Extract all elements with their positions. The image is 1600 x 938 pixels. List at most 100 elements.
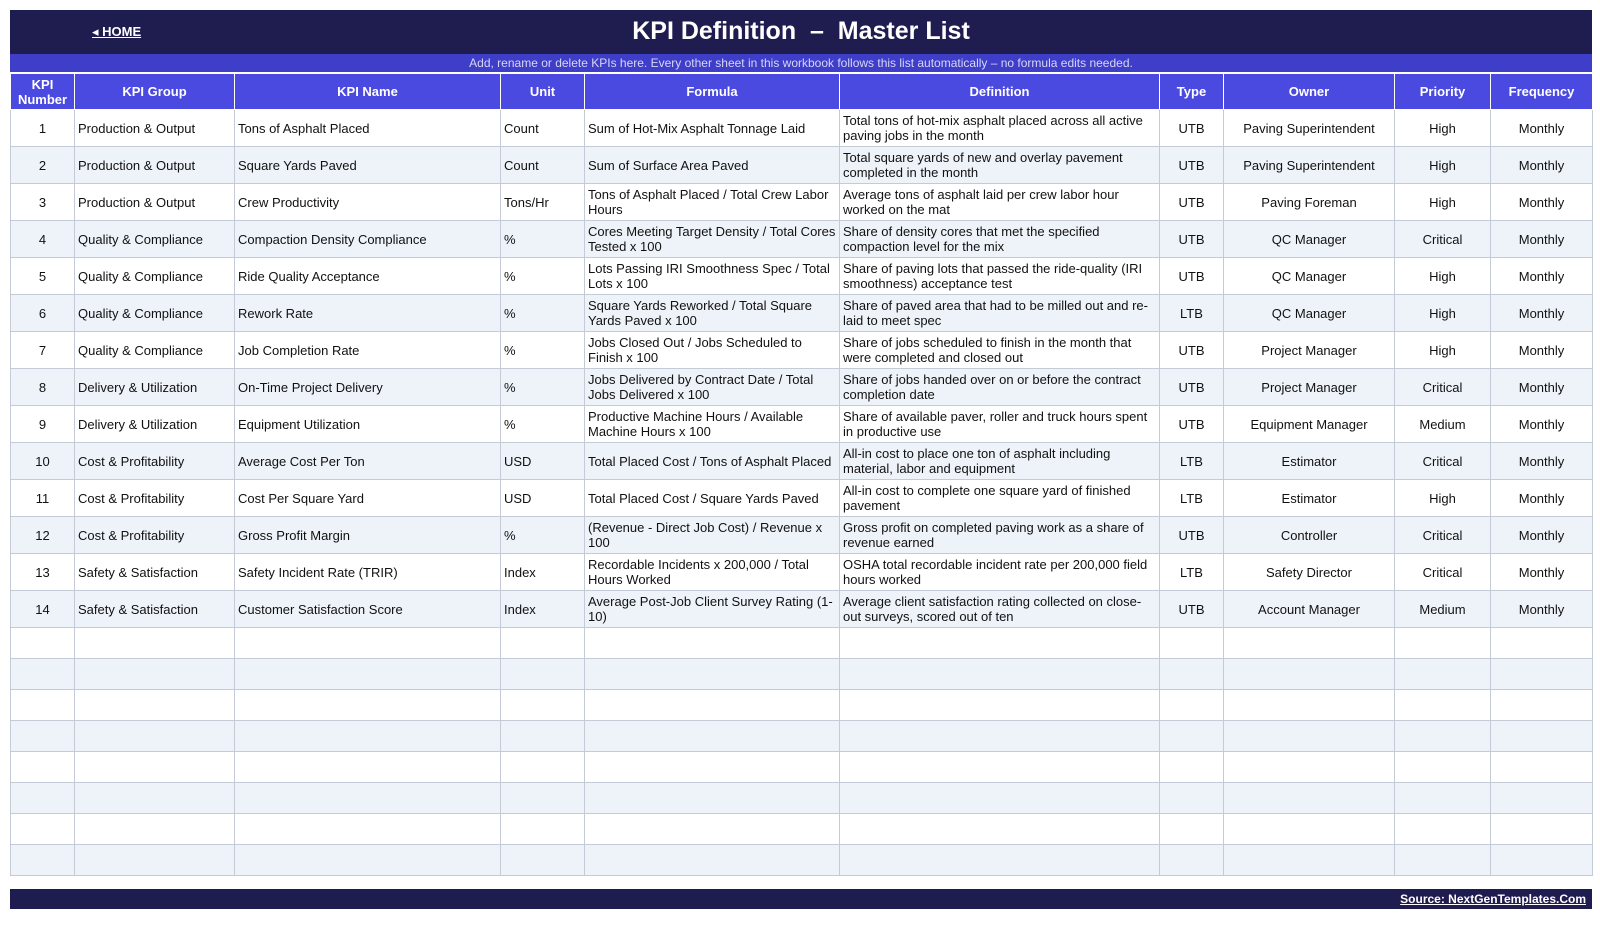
cell-kpi-number[interactable]: 11 <box>10 479 75 517</box>
cell-definition[interactable]: Share of jobs scheduled to finish in the… <box>839 331 1160 369</box>
cell-owner[interactable]: QC Manager <box>1223 294 1395 332</box>
cell-priority[interactable]: Critical <box>1394 516 1491 554</box>
cell-priority[interactable]: Medium <box>1394 405 1491 443</box>
cell-owner[interactable]: Safety Director <box>1223 553 1395 591</box>
empty-cell-kpi-name[interactable] <box>234 813 501 845</box>
cell-formula[interactable]: Total Placed Cost / Tons of Asphalt Plac… <box>584 442 840 480</box>
cell-priority[interactable]: Critical <box>1394 220 1491 258</box>
empty-cell-unit[interactable] <box>500 658 585 690</box>
cell-definition[interactable]: Share of jobs handed over on or before t… <box>839 368 1160 406</box>
cell-owner[interactable]: Project Manager <box>1223 368 1395 406</box>
empty-cell-kpi-name[interactable] <box>234 627 501 659</box>
cell-definition[interactable]: Share of available paver, roller and tru… <box>839 405 1160 443</box>
empty-cell-formula[interactable] <box>584 844 840 876</box>
cell-unit[interactable]: Count <box>500 109 585 147</box>
cell-priority[interactable]: Critical <box>1394 368 1491 406</box>
cell-kpi-name[interactable]: Rework Rate <box>234 294 501 332</box>
cell-unit[interactable]: USD <box>500 479 585 517</box>
empty-cell-definition[interactable] <box>839 627 1160 659</box>
cell-type[interactable]: LTB <box>1159 479 1224 517</box>
empty-cell-kpi-name[interactable] <box>234 658 501 690</box>
cell-formula[interactable]: Lots Passing IRI Smoothness Spec / Total… <box>584 257 840 295</box>
empty-cell-frequency[interactable] <box>1490 658 1593 690</box>
cell-type[interactable]: UTB <box>1159 368 1224 406</box>
empty-cell-owner[interactable] <box>1223 782 1395 814</box>
cell-kpi-name[interactable]: Crew Productivity <box>234 183 501 221</box>
cell-unit[interactable]: % <box>500 405 585 443</box>
cell-kpi-number[interactable]: 13 <box>10 553 75 591</box>
empty-cell-owner[interactable] <box>1223 627 1395 659</box>
cell-kpi-group[interactable]: Quality & Compliance <box>74 257 235 295</box>
cell-formula[interactable]: (Revenue - Direct Job Cost) / Revenue x … <box>584 516 840 554</box>
cell-definition[interactable]: Average client satisfaction rating colle… <box>839 590 1160 628</box>
column-header-unit[interactable]: Unit <box>500 73 585 110</box>
empty-cell-type[interactable] <box>1159 689 1224 721</box>
cell-unit[interactable]: USD <box>500 442 585 480</box>
cell-kpi-number[interactable]: 4 <box>10 220 75 258</box>
cell-unit[interactable]: % <box>500 294 585 332</box>
cell-kpi-name[interactable]: Tons of Asphalt Placed <box>234 109 501 147</box>
cell-owner[interactable]: Paving Foreman <box>1223 183 1395 221</box>
cell-unit[interactable]: % <box>500 368 585 406</box>
cell-owner[interactable]: Account Manager <box>1223 590 1395 628</box>
empty-cell-formula[interactable] <box>584 627 840 659</box>
empty-cell-definition[interactable] <box>839 689 1160 721</box>
column-header-kpi-group[interactable]: KPI Group <box>74 73 235 110</box>
cell-kpi-name[interactable]: Cost Per Square Yard <box>234 479 501 517</box>
empty-cell-kpi-name[interactable] <box>234 689 501 721</box>
cell-definition[interactable]: Total square yards of new and overlay pa… <box>839 146 1160 184</box>
empty-cell-type[interactable] <box>1159 751 1224 783</box>
cell-kpi-name[interactable]: Ride Quality Acceptance <box>234 257 501 295</box>
cell-owner[interactable]: QC Manager <box>1223 257 1395 295</box>
cell-type[interactable]: UTB <box>1159 516 1224 554</box>
cell-priority[interactable]: High <box>1394 331 1491 369</box>
empty-cell-formula[interactable] <box>584 689 840 721</box>
cell-kpi-name[interactable]: Average Cost Per Ton <box>234 442 501 480</box>
cell-kpi-group[interactable]: Delivery & Utilization <box>74 368 235 406</box>
cell-definition[interactable]: Share of density cores that met the spec… <box>839 220 1160 258</box>
cell-unit[interactable]: Count <box>500 146 585 184</box>
cell-type[interactable]: UTB <box>1159 146 1224 184</box>
empty-cell-kpi-name[interactable] <box>234 782 501 814</box>
cell-definition[interactable]: Share of paved area that had to be mille… <box>839 294 1160 332</box>
empty-cell-kpi-group[interactable] <box>74 627 235 659</box>
empty-cell-unit[interactable] <box>500 689 585 721</box>
cell-unit[interactable]: Tons/Hr <box>500 183 585 221</box>
empty-cell-definition[interactable] <box>839 782 1160 814</box>
empty-cell-priority[interactable] <box>1394 751 1491 783</box>
cell-formula[interactable]: Square Yards Reworked / Total Square Yar… <box>584 294 840 332</box>
cell-owner[interactable]: QC Manager <box>1223 220 1395 258</box>
cell-type[interactable]: UTB <box>1159 183 1224 221</box>
cell-unit[interactable]: Index <box>500 553 585 591</box>
cell-kpi-group[interactable]: Delivery & Utilization <box>74 405 235 443</box>
cell-unit[interactable]: Index <box>500 590 585 628</box>
cell-priority[interactable]: High <box>1394 257 1491 295</box>
cell-formula[interactable]: Cores Meeting Target Density / Total Cor… <box>584 220 840 258</box>
empty-cell-priority[interactable] <box>1394 627 1491 659</box>
empty-cell-kpi-number[interactable] <box>10 658 75 690</box>
empty-cell-kpi-number[interactable] <box>10 720 75 752</box>
empty-cell-unit[interactable] <box>500 782 585 814</box>
cell-kpi-number[interactable]: 12 <box>10 516 75 554</box>
cell-kpi-group[interactable]: Production & Output <box>74 109 235 147</box>
cell-priority[interactable]: High <box>1394 183 1491 221</box>
empty-cell-formula[interactable] <box>584 751 840 783</box>
cell-formula[interactable]: Sum of Surface Area Paved <box>584 146 840 184</box>
column-header-kpi-number[interactable]: KPI Number <box>10 73 75 110</box>
cell-kpi-name[interactable]: Square Yards Paved <box>234 146 501 184</box>
cell-kpi-number[interactable]: 9 <box>10 405 75 443</box>
empty-cell-kpi-group[interactable] <box>74 782 235 814</box>
empty-cell-kpi-name[interactable] <box>234 720 501 752</box>
cell-frequency[interactable]: Monthly <box>1490 442 1593 480</box>
empty-cell-owner[interactable] <box>1223 751 1395 783</box>
cell-definition[interactable]: Share of paving lots that passed the rid… <box>839 257 1160 295</box>
cell-definition[interactable]: Gross profit on completed paving work as… <box>839 516 1160 554</box>
cell-kpi-name[interactable]: Gross Profit Margin <box>234 516 501 554</box>
cell-kpi-number[interactable]: 8 <box>10 368 75 406</box>
empty-cell-kpi-number[interactable] <box>10 689 75 721</box>
empty-cell-frequency[interactable] <box>1490 844 1593 876</box>
cell-frequency[interactable]: Monthly <box>1490 405 1593 443</box>
cell-definition[interactable]: All-in cost to complete one square yard … <box>839 479 1160 517</box>
cell-type[interactable]: UTB <box>1159 405 1224 443</box>
cell-type[interactable]: LTB <box>1159 294 1224 332</box>
